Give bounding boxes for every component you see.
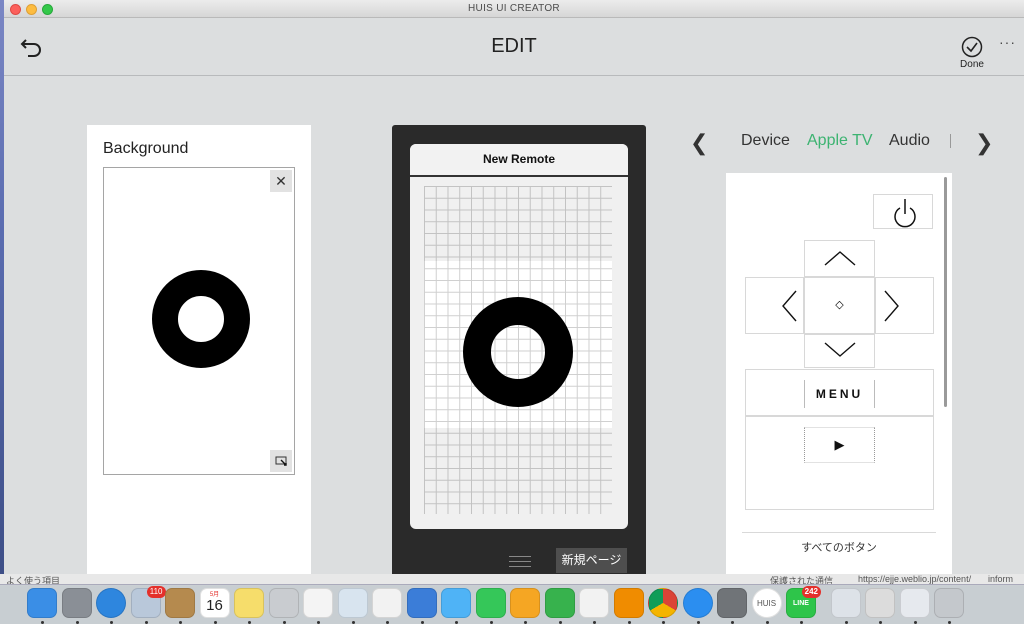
more-options-button[interactable]: ··· bbox=[999, 34, 1016, 50]
play-pause-button[interactable]: ▶ bbox=[804, 427, 875, 463]
calendar-dock-icon[interactable]: 5月 16 bbox=[199, 588, 230, 618]
chevron-right-icon bbox=[884, 290, 899, 322]
page-title: EDIT bbox=[491, 35, 537, 57]
dpad-down-button[interactable] bbox=[804, 334, 875, 368]
chevron-down-icon bbox=[824, 342, 856, 357]
calendar-day: 16 bbox=[206, 597, 223, 614]
contacts-dock-icon[interactable] bbox=[165, 588, 195, 618]
remote-canvas: New Remote 新規ページ bbox=[392, 125, 646, 580]
dpad-left-button[interactable] bbox=[745, 277, 804, 334]
menu-line bbox=[509, 566, 531, 567]
dpad-up-button[interactable] bbox=[804, 240, 875, 277]
system-preferences-dock-icon[interactable] bbox=[717, 588, 747, 618]
chevron-up-icon bbox=[824, 251, 856, 266]
chevron-left-icon bbox=[782, 290, 797, 322]
photos-dock-icon[interactable] bbox=[372, 588, 402, 618]
done-button[interactable]: Done bbox=[957, 36, 987, 76]
resize-icon bbox=[275, 456, 287, 466]
help-dock-icon[interactable] bbox=[268, 588, 299, 618]
documents-stack-dock-icon[interactable] bbox=[865, 588, 895, 618]
all-buttons-link[interactable]: すべてのボタン bbox=[742, 532, 936, 555]
diamond-icon: ◇ bbox=[835, 299, 844, 311]
edit-header: EDIT Done ··· bbox=[4, 18, 1024, 76]
chevron-right-icon[interactable]: ❯ bbox=[975, 130, 993, 156]
finder-dock-icon[interactable] bbox=[27, 588, 57, 618]
close-icon: ✕ bbox=[275, 173, 287, 189]
page-menu-button[interactable] bbox=[509, 552, 531, 570]
window-title: HUIS UI CREATOR bbox=[468, 3, 560, 14]
done-label: Done bbox=[960, 59, 984, 70]
desktop-stack-dock-icon[interactable] bbox=[899, 588, 930, 618]
menu-line bbox=[509, 561, 531, 562]
power-button[interactable] bbox=[873, 194, 933, 229]
ibooks-dock-icon[interactable] bbox=[613, 588, 644, 618]
remote-grid[interactable] bbox=[424, 186, 612, 514]
background-preview[interactable]: ✕ bbox=[103, 167, 295, 475]
chrome-dock-icon[interactable] bbox=[648, 588, 678, 618]
keynote-dock-icon[interactable] bbox=[406, 588, 437, 618]
launchpad-dock-icon[interactable] bbox=[61, 588, 92, 618]
dpad-right-button[interactable] bbox=[875, 277, 934, 334]
remove-background-button[interactable]: ✕ bbox=[270, 170, 292, 192]
tab-apple-tv[interactable]: Apple TV bbox=[807, 132, 873, 150]
remote-title[interactable]: New Remote bbox=[410, 144, 628, 177]
pages-dock-icon[interactable] bbox=[510, 588, 540, 618]
notes-dock-icon[interactable] bbox=[234, 588, 264, 618]
safari-dock-icon[interactable] bbox=[96, 588, 126, 618]
trash-dock-icon[interactable] bbox=[934, 588, 964, 618]
preview-dock-icon[interactable] bbox=[337, 588, 368, 618]
tab-device[interactable]: Device bbox=[741, 132, 790, 150]
messages-dock-icon[interactable] bbox=[441, 588, 471, 618]
title-bar: HUIS UI CREATOR bbox=[4, 0, 1024, 18]
app-window: HUIS UI CREATOR EDIT Done ··· Background… bbox=[4, 0, 1024, 580]
app-store-dock-icon[interactable] bbox=[682, 588, 713, 618]
line-dock-icon[interactable]: LINE 242 bbox=[786, 586, 821, 618]
line-logo-text: LINE bbox=[793, 600, 809, 607]
notification-badge: 242 bbox=[801, 586, 821, 598]
menu-button[interactable]: MENU bbox=[804, 380, 875, 408]
palette-scrollbar[interactable] bbox=[944, 177, 947, 407]
grid-margin-bottom bbox=[424, 428, 612, 514]
huis-dock-icon[interactable]: HUIS bbox=[751, 588, 782, 618]
play-icon: ▶ bbox=[834, 437, 845, 452]
resize-background-button[interactable] bbox=[270, 450, 292, 472]
new-page-button[interactable]: 新規ページ bbox=[556, 548, 627, 573]
grid-margin-top bbox=[424, 186, 612, 261]
background-panel: Background ✕ bbox=[87, 125, 311, 580]
mail-stamps-dock-icon[interactable]: 110 bbox=[130, 586, 166, 618]
numbers-dock-icon[interactable] bbox=[544, 588, 575, 618]
tab-title-text: inform bbox=[988, 574, 1014, 584]
remote-face: New Remote bbox=[410, 144, 628, 529]
check-circle-icon bbox=[961, 36, 983, 58]
menu-line bbox=[509, 556, 531, 557]
facetime-dock-icon[interactable] bbox=[475, 588, 506, 618]
tab-audio[interactable]: Audio bbox=[889, 132, 930, 150]
tab-divider bbox=[950, 134, 951, 148]
url-text: https://ejje.weblio.jp/content/ bbox=[858, 574, 972, 584]
dpad-select-button[interactable]: ◇ bbox=[804, 277, 875, 334]
background-heading: Background bbox=[103, 140, 189, 157]
downloads-stack-dock-icon[interactable] bbox=[830, 588, 861, 618]
remote-ring-image[interactable] bbox=[463, 297, 573, 407]
dock: 110 5月 16 HUIS LINE 242 bbox=[0, 584, 1024, 624]
power-icon bbox=[894, 199, 916, 228]
itunes-dock-icon[interactable] bbox=[579, 588, 609, 618]
notification-badge: 110 bbox=[146, 586, 166, 598]
background-ring-image bbox=[152, 270, 250, 368]
chevron-left-icon[interactable]: ❮ bbox=[690, 130, 708, 156]
button-palette: ◇ MENU ▶ すべてのボタン bbox=[726, 173, 952, 580]
reminders-dock-icon[interactable] bbox=[303, 588, 333, 618]
huis-logo-text: HUIS bbox=[756, 599, 777, 608]
